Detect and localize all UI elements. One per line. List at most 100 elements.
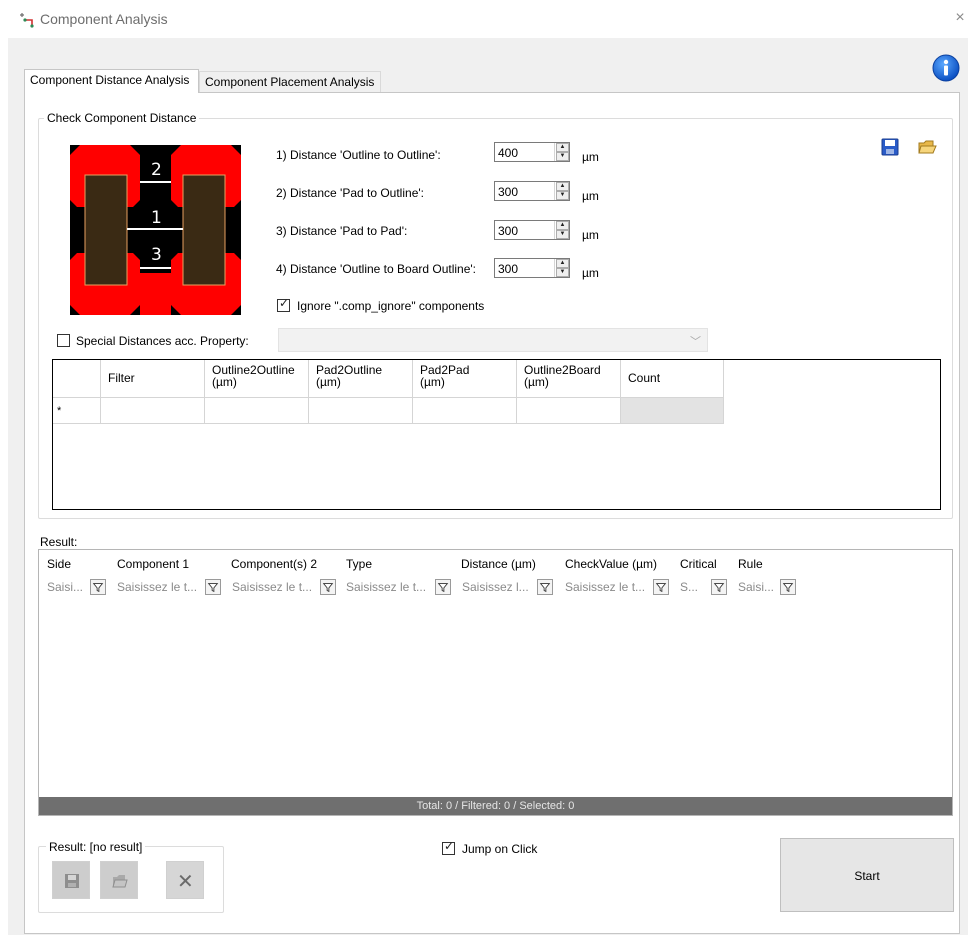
window-title: Component Analysis: [40, 11, 168, 27]
jump-on-click-label: Jump on Click: [462, 842, 538, 856]
filter-components-2-input[interactable]: Saisissez le t...: [232, 580, 320, 594]
ignore-components-checkbox[interactable]: ✓: [277, 296, 290, 312]
result-header-components-2[interactable]: Component(s) 2: [231, 557, 317, 571]
checkmark-icon: ✓: [444, 839, 455, 853]
filter-funnel-icon[interactable]: [205, 579, 221, 595]
distance-outline-to-outline-spinner[interactable]: ▲▼: [494, 142, 570, 162]
filter-funnel-icon[interactable]: [320, 579, 336, 595]
spin-up-icon[interactable]: ▲: [556, 182, 569, 191]
filter-distance[interactable]: Saisissez l...: [458, 576, 558, 598]
spin-down-icon[interactable]: ▼: [556, 230, 569, 239]
result-header-checkvalue[interactable]: CheckValue (µm): [565, 557, 657, 571]
spin-up-icon[interactable]: ▲: [556, 259, 569, 268]
spin-down-icon[interactable]: ▼: [556, 191, 569, 200]
info-icon[interactable]: [932, 54, 960, 82]
filter-funnel-icon[interactable]: [711, 579, 727, 595]
filter-component-1[interactable]: Saisissez le t...: [113, 576, 225, 598]
distance-outline-to-outline-label: 1) Distance 'Outline to Outline':: [276, 148, 441, 162]
filter-type-input[interactable]: Saisissez le t...: [346, 580, 434, 594]
distance-outline-to-board-input[interactable]: [495, 259, 553, 277]
spin-down-icon[interactable]: ▼: [556, 268, 569, 277]
result-status-bar: Total: 0 / Filtered: 0 / Selected: 0: [39, 797, 952, 815]
special-distances-checkbox[interactable]: [57, 334, 70, 347]
distance-outline-to-outline-input[interactable]: [495, 143, 553, 161]
clear-result-button[interactable]: ✕: [166, 861, 204, 899]
result-header-side[interactable]: Side: [47, 557, 71, 571]
open-folder-icon[interactable]: [917, 137, 937, 157]
result-header-rule[interactable]: Rule: [738, 557, 763, 571]
filter-funnel-icon[interactable]: [90, 579, 106, 595]
app-icon: [20, 13, 34, 28]
filter-funnel-icon[interactable]: [653, 579, 669, 595]
grid-cell-pad2pad[interactable]: [413, 398, 517, 424]
grid-cell-pad2outline[interactable]: [309, 398, 413, 424]
grid-cell-count: [621, 398, 724, 424]
result-file-group-title: Result: [no result]: [46, 840, 146, 854]
distance-pad-to-outline-spinner[interactable]: ▲▼: [494, 181, 570, 201]
spin-up-icon[interactable]: ▲: [556, 143, 569, 152]
chevron-down-icon: ﹀: [690, 336, 701, 348]
open-result-button[interactable]: [100, 861, 138, 899]
unit-label: µm: [582, 266, 599, 280]
diagram-label-2: 2: [151, 160, 162, 180]
special-distances-grid[interactable]: Filter Outline2Outline (µm) Pad2Outline (µ…: [52, 359, 941, 510]
filter-rule[interactable]: Saisi...: [734, 576, 800, 598]
distance-outline-to-board-spinner[interactable]: ▲▼: [494, 258, 570, 278]
grid-header-count[interactable]: Count: [621, 360, 724, 398]
filter-side[interactable]: Saisi...: [43, 576, 109, 598]
grid-header-outline2board[interactable]: Outline2Board (µm): [517, 360, 621, 398]
start-button[interactable]: Start: [780, 838, 954, 912]
grid-cell-filter[interactable]: [101, 398, 205, 424]
ignore-components-label: Ignore ".comp_ignore" components: [297, 299, 485, 313]
filter-funnel-icon[interactable]: [435, 579, 451, 595]
save-result-button[interactable]: [52, 861, 90, 899]
unit-label: µm: [582, 228, 599, 242]
tab-component-distance-analysis[interactable]: Component Distance Analysis: [24, 69, 199, 93]
distance-pad-to-pad-input[interactable]: [495, 221, 553, 239]
unit-label: µm: [582, 189, 599, 203]
new-row-marker: *: [53, 398, 101, 424]
grid-header-pad2pad[interactable]: Pad2Pad (µm): [413, 360, 517, 398]
filter-components-2[interactable]: Saisissez le t...: [228, 576, 340, 598]
close-x-icon: ✕: [177, 871, 194, 893]
grid-cell-outline2board[interactable]: [517, 398, 621, 424]
filter-funnel-icon[interactable]: [537, 579, 553, 595]
filter-distance-input[interactable]: Saisissez l...: [462, 580, 537, 594]
jump-on-click-checkbox[interactable]: ✓: [442, 839, 455, 855]
check-distance-group-title: Check Component Distance: [44, 111, 200, 125]
filter-checkvalue[interactable]: Saisissez le t...: [561, 576, 673, 598]
grid-header-pad2outline[interactable]: Pad2Outline (µm): [309, 360, 413, 398]
distance-pad-to-pad-label: 3) Distance 'Pad to Pad':: [276, 224, 408, 238]
filter-critical[interactable]: S...: [676, 576, 731, 598]
spin-down-icon[interactable]: ▼: [556, 152, 569, 161]
open-folder-icon: [112, 875, 128, 888]
filter-rule-input[interactable]: Saisi...: [738, 580, 778, 594]
filter-type[interactable]: Saisissez le t...: [342, 576, 456, 598]
diagram-label-3: 3: [151, 245, 162, 265]
result-header-critical[interactable]: Critical: [680, 557, 717, 571]
distance-pad-to-outline-label: 2) Distance 'Pad to Outline':: [276, 186, 424, 200]
spin-up-icon[interactable]: ▲: [556, 221, 569, 230]
grid-cell-outline2outline[interactable]: [205, 398, 309, 424]
grid-header-outline2outline[interactable]: Outline2Outline (µm): [205, 360, 309, 398]
save-icon: [65, 874, 79, 888]
filter-component-1-input[interactable]: Saisissez le t...: [117, 580, 205, 594]
filter-checkvalue-input[interactable]: Saisissez le t...: [565, 580, 653, 594]
diagram-label-1: 1: [151, 208, 162, 228]
result-header-distance[interactable]: Distance (µm): [461, 557, 536, 571]
result-header-type[interactable]: Type: [346, 557, 372, 571]
filter-side-input[interactable]: Saisi...: [47, 580, 87, 594]
filter-funnel-icon[interactable]: [780, 579, 796, 595]
filter-critical-input[interactable]: S...: [680, 580, 710, 594]
special-property-combo[interactable]: ﹀: [278, 328, 708, 352]
checkmark-icon: ✓: [279, 296, 290, 310]
window-close-button[interactable]: ×: [952, 9, 968, 27]
distance-pad-to-pad-spinner[interactable]: ▲▼: [494, 220, 570, 240]
grid-row-header-column: [53, 360, 101, 398]
distance-pad-to-outline-input[interactable]: [495, 182, 553, 200]
grid-header-filter[interactable]: Filter: [101, 360, 205, 398]
tab-component-placement-analysis[interactable]: Component Placement Analysis: [199, 71, 381, 93]
result-label: Result:: [40, 535, 78, 549]
save-icon[interactable]: [880, 137, 900, 157]
result-header-component-1[interactable]: Component 1: [117, 557, 189, 571]
